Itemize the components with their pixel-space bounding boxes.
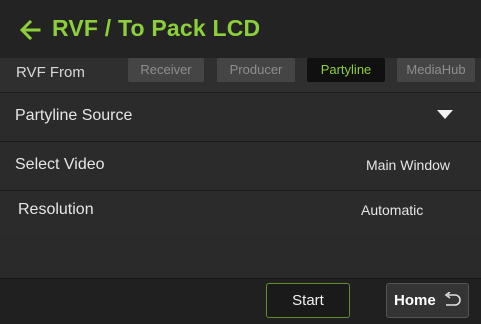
select-video-value[interactable]: Main Window (366, 157, 450, 173)
partyline-source-label: Partyline Source (15, 107, 133, 124)
select-video-label: Select Video (15, 156, 105, 173)
start-button[interactable]: Start (266, 283, 350, 318)
rvf-from-row: RVF From Receiver Producer Partyline Med… (0, 58, 481, 93)
rvf-from-label: RVF From (16, 64, 85, 81)
partyline-source-row[interactable]: Partyline Source (0, 93, 481, 142)
content-area (0, 236, 481, 278)
rvf-option-receiver[interactable]: Receiver (128, 58, 204, 82)
resolution-row[interactable]: Resolution Automatic (0, 191, 481, 235)
home-button[interactable]: Home (386, 283, 469, 318)
rvf-option-partyline[interactable]: Partyline (307, 58, 385, 82)
footer-bar: Start Home (0, 278, 481, 324)
home-button-label: Home (394, 292, 436, 309)
dropdown-caret-icon[interactable] (437, 110, 453, 119)
rvf-option-producer[interactable]: Producer (217, 58, 295, 82)
resolution-value[interactable]: Automatic (361, 202, 423, 218)
select-video-row[interactable]: Select Video Main Window (0, 142, 481, 191)
resolution-label: Resolution (18, 201, 94, 218)
back-arrow-icon[interactable] (18, 18, 42, 42)
page-title: RVF / To Pack LCD (52, 15, 261, 41)
rvf-option-mediahub[interactable]: MediaHub (397, 58, 475, 82)
header-bar: RVF / To Pack LCD (0, 0, 481, 58)
return-arrow-icon (444, 292, 461, 306)
